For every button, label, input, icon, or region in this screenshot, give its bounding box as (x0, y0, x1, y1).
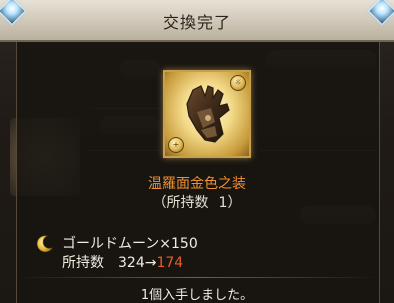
stock-label: 所持数 (62, 255, 104, 271)
item-name: 温羅面金色之装 (148, 176, 246, 192)
currency-stock: 所持数 324→174 (62, 252, 183, 272)
element-badge-icon: ☼ (230, 75, 246, 91)
message-divider (16, 277, 378, 278)
moon-icon (36, 235, 53, 253)
dialog-title: 交換完了 (162, 13, 231, 32)
result-message: 1個入手しました。 (140, 288, 254, 303)
exchange-complete-dialog: 交換完了 ☼ + 温羅面金色之装 （所持数 1） ゴールドムーン×150 所持数… (0, 0, 394, 303)
stock-before: 324 (118, 255, 145, 271)
dialog-header: 交換完了 (0, 0, 394, 42)
arrow-icon: → (144, 255, 157, 271)
gauntlet-icon (186, 85, 230, 143)
item-icon-frame: ☼ + (163, 70, 251, 158)
stock-after: 174 (156, 255, 184, 271)
owned-value: 1） (218, 195, 242, 211)
owned-label: （所持数 (152, 195, 209, 211)
exchange-screen: 交換完了 ☼ + 温羅面金色之装 （所持数 1） ゴールドムーン×150 所持数… (0, 0, 394, 303)
plus-badge-icon: + (168, 137, 184, 153)
owned-count: （所持数 1） (0, 192, 394, 212)
cost-text: ゴールドムーン×150 (62, 236, 198, 252)
